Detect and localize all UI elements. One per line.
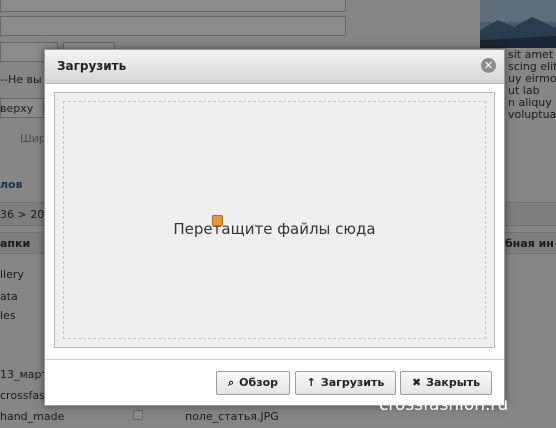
drop-zone-text: Перетащите файлы сюда: [173, 220, 376, 238]
drop-zone[interactable]: Перетащите файлы сюда: [63, 101, 486, 339]
watermark-text: crossfashion.ru: [379, 395, 509, 415]
drop-zone-container: Перетащите файлы сюда: [54, 92, 495, 348]
drag-cursor-icon: [212, 215, 223, 226]
close-icon[interactable]: ✕: [481, 58, 496, 73]
upload-dialog: Загрузить ✕ Перетащите файлы сюда ⌕ Обзор…: [44, 49, 505, 406]
close-button[interactable]: ✖ Закрыть: [400, 371, 492, 395]
close-button-label: Закрыть: [426, 376, 481, 389]
browse-button-label: Обзор: [239, 376, 279, 389]
dialog-titlebar[interactable]: Загрузить ✕: [45, 50, 504, 84]
search-icon: ⌕: [227, 376, 235, 389]
browse-button[interactable]: ⌕ Обзор: [216, 371, 290, 395]
upload-button[interactable]: ↑ Загрузить: [295, 371, 396, 395]
upload-button-label: Загрузить: [320, 376, 385, 389]
dialog-footer-divider: [45, 359, 504, 360]
x-icon: ✖: [411, 376, 422, 389]
arrow-up-icon: ↑: [306, 376, 316, 389]
dialog-title: Загрузить: [57, 59, 127, 73]
